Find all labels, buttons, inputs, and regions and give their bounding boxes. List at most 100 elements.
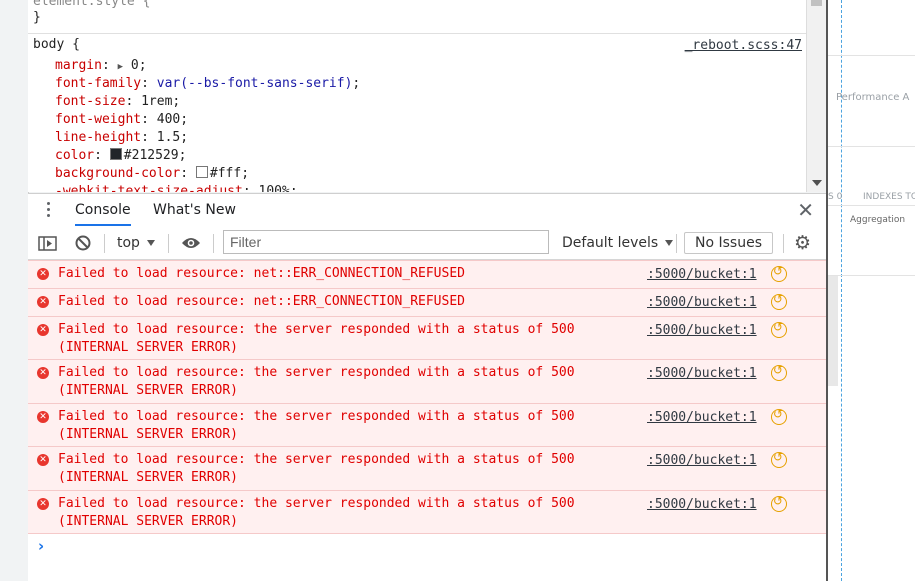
sidebar-toggle-icon	[38, 235, 57, 251]
element-style-close: }	[33, 10, 41, 25]
filter-input[interactable]	[223, 230, 549, 254]
page-divider	[828, 146, 915, 147]
tab-whats-new[interactable]: What's New	[153, 202, 236, 218]
log-levels-label: Default levels	[562, 235, 659, 251]
toolbar-separator	[783, 234, 784, 253]
message-source-link[interactable]: :5000/bucket:1	[647, 295, 757, 310]
log-levels-dropdown[interactable]: Default levels	[562, 227, 674, 259]
live-expression-button[interactable]	[181, 227, 201, 259]
prop-value[interactable]: 0	[131, 58, 139, 73]
console-message: ✕ Failed to load resource: the server re…	[28, 316, 826, 360]
console-message: ✕ Failed to load resource: net::ERR_CONN…	[28, 260, 826, 289]
gear-icon: ⚙	[794, 232, 812, 254]
prop-name[interactable]: font-family	[55, 76, 141, 91]
error-icon: ✕	[37, 454, 49, 466]
message-text: Failed to load resource: net::ERR_CONNEC…	[58, 266, 465, 281]
network-context-icon[interactable]	[771, 264, 787, 282]
tab-console[interactable]: Console	[75, 202, 131, 226]
declaration-text-size-adjust[interactable]: -webkit-text-size-adjust: 100%;	[55, 184, 298, 192]
network-context-icon[interactable]	[771, 494, 787, 512]
declaration-margin[interactable]: margin: ▶ 0;	[55, 58, 147, 73]
element-style-selector: element.style {	[33, 0, 151, 9]
prop-value[interactable]: 1.5	[157, 130, 180, 145]
console-settings-button[interactable]: ⚙	[794, 227, 811, 259]
message-source-link[interactable]: :5000/bucket:1	[647, 410, 757, 425]
color-swatch[interactable]	[109, 148, 122, 160]
page-panel	[828, 276, 838, 386]
error-icon: ✕	[37, 296, 49, 308]
clear-console-icon	[75, 235, 91, 251]
prop-value[interactable]: 1rem	[141, 94, 172, 109]
expand-triangle-icon[interactable]: ▶	[118, 62, 123, 72]
left-gutter	[0, 0, 29, 581]
toolbar-separator	[676, 234, 677, 253]
rule-source-link[interactable]: _reboot.scss:47	[685, 38, 802, 53]
error-icon: ✕	[37, 367, 49, 379]
prop-name[interactable]: -webkit-text-size-adjust	[55, 184, 243, 192]
message-source-link[interactable]: :5000/bucket:1	[647, 497, 757, 512]
message-source-link[interactable]: :5000/bucket:1	[647, 267, 757, 282]
page-divider	[828, 205, 915, 206]
message-source-link[interactable]: :5000/bucket:1	[647, 453, 757, 468]
clear-console-button[interactable]	[75, 227, 91, 259]
declaration-font-size[interactable]: font-size: 1rem;	[55, 94, 180, 109]
toggle-sidebar-button[interactable]	[38, 227, 57, 259]
scroll-down-arrow-icon[interactable]	[812, 180, 822, 186]
rule-selector: body {	[33, 37, 80, 52]
prop-name[interactable]: line-height	[55, 130, 141, 145]
console-message: ✕ Failed to load resource: net::ERR_CONN…	[28, 288, 826, 317]
console-prompt-chevron-icon[interactable]: ›	[38, 537, 44, 555]
chevron-down-icon	[146, 240, 155, 246]
page-divider	[828, 275, 915, 276]
message-text: Failed to load resource: the server resp…	[58, 365, 575, 398]
console-messages: ✕ Failed to load resource: net::ERR_CONN…	[28, 260, 826, 581]
declaration-line-height[interactable]: line-height: 1.5;	[55, 130, 188, 145]
declaration-font-weight[interactable]: font-weight: 400;	[55, 112, 188, 127]
declaration-background-color[interactable]: background-color: #fff;	[55, 166, 249, 181]
message-text: Failed to load resource: the server resp…	[58, 409, 575, 442]
error-icon: ✕	[37, 268, 49, 280]
performance-label: Performance A	[836, 92, 910, 103]
message-text: Failed to load resource: the server resp…	[58, 496, 575, 529]
page-viewport-strip: Performance A S 0 INDEXES TOTA Aggregati…	[826, 0, 915, 581]
prop-value[interactable]: #212529	[124, 148, 179, 163]
scrollbar-thumb[interactable]	[811, 0, 822, 6]
issues-label: No Issues	[684, 232, 773, 254]
prop-name[interactable]: margin	[55, 58, 102, 73]
prop-name[interactable]: font-size	[55, 94, 125, 109]
error-icon: ✕	[37, 324, 49, 336]
network-context-icon[interactable]	[771, 407, 787, 425]
message-source-link[interactable]: :5000/bucket:1	[647, 366, 757, 381]
prop-name[interactable]: background-color	[55, 166, 180, 181]
aggregation-label: Aggregation	[850, 215, 906, 225]
message-text: Failed to load resource: the server resp…	[58, 452, 575, 485]
prop-value[interactable]: 400	[157, 112, 180, 127]
network-context-icon[interactable]	[771, 292, 787, 310]
message-source-link[interactable]: :5000/bucket:1	[647, 323, 757, 338]
context-value: top	[117, 235, 140, 251]
styles-pane: element.style { } body { _reboot.scss:47…	[28, 0, 806, 192]
prop-value[interactable]: var(--bs-font-sans-serif)	[157, 76, 353, 91]
close-drawer-icon[interactable]: ✕	[797, 198, 814, 222]
rule-divider	[28, 33, 806, 34]
message-text: Failed to load resource: net::ERR_CONNEC…	[58, 294, 465, 309]
network-context-icon[interactable]	[771, 320, 787, 338]
declaration-font-family[interactable]: font-family: var(--bs-font-sans-serif);	[55, 76, 360, 91]
prop-value[interactable]: 100%	[259, 184, 290, 192]
network-context-icon[interactable]	[771, 450, 787, 468]
prop-name[interactable]: font-weight	[55, 112, 141, 127]
context-selector[interactable]: top	[117, 227, 155, 259]
console-message: ✕ Failed to load resource: the server re…	[28, 490, 826, 534]
indexes-label: INDEXES TOTA	[863, 192, 915, 202]
console-message: ✕ Failed to load resource: the server re…	[28, 403, 826, 447]
styles-scrollbar[interactable]	[806, 0, 827, 192]
network-context-icon[interactable]	[771, 363, 787, 381]
message-text: Failed to load resource: the server resp…	[58, 322, 575, 355]
layout-guide-line	[841, 0, 842, 581]
more-tools-menu-icon[interactable]	[47, 202, 51, 220]
prop-value[interactable]: #fff	[210, 166, 241, 181]
declaration-color[interactable]: color: #212529;	[55, 148, 186, 163]
prop-name[interactable]: color	[55, 148, 94, 163]
color-swatch[interactable]	[195, 166, 208, 178]
issues-button[interactable]: No Issues	[684, 227, 773, 259]
